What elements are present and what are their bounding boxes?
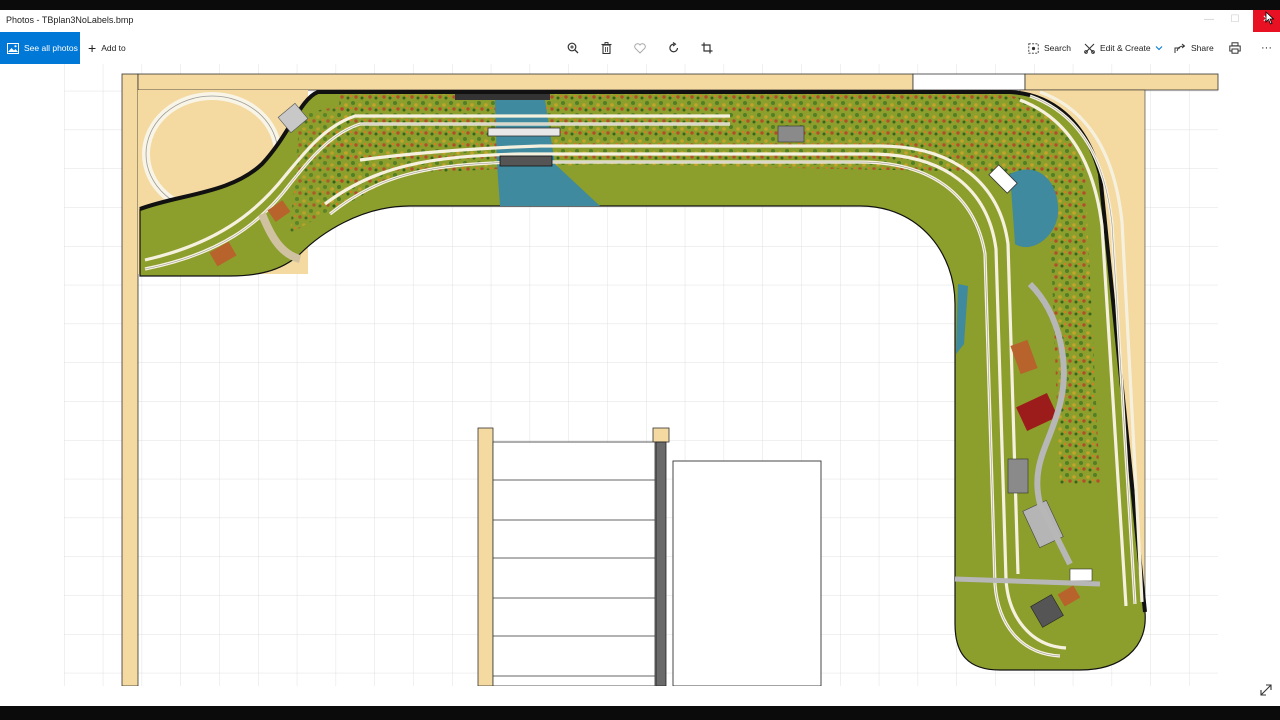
zoom-icon[interactable] (564, 39, 582, 57)
crop-icon[interactable] (698, 39, 716, 57)
more-button[interactable]: ··· (1261, 32, 1272, 64)
share-label: Share (1191, 43, 1214, 53)
edit-create-button[interactable]: Edit & Create (1084, 32, 1168, 64)
search-icon (1028, 42, 1039, 54)
minimize-button[interactable]: — (1196, 10, 1222, 32)
share-icon (1174, 43, 1186, 53)
see-all-photos-button[interactable]: See all photos (0, 32, 80, 64)
bottom-bar (0, 686, 1280, 706)
plus-icon: + (88, 40, 97, 56)
photos-icon (7, 42, 19, 54)
share-button[interactable]: Share (1174, 32, 1214, 64)
rotate-icon[interactable] (665, 39, 683, 57)
search-button[interactable]: Search (1028, 32, 1071, 64)
bottom-edge-strip (0, 706, 1280, 720)
title-bar: Photos - TBplan3NoLabels.bmp — ☐ ✕ (0, 10, 1280, 32)
image-viewer-canvas[interactable] (0, 64, 1280, 686)
edit-create-icon (1084, 43, 1095, 54)
add-to-label: Add to (101, 43, 126, 53)
print-icon[interactable] (1226, 39, 1244, 57)
edit-create-label: Edit & Create (1100, 43, 1151, 53)
maximize-button[interactable]: ☐ (1222, 10, 1248, 32)
chevron-down-icon (1155, 46, 1162, 51)
favorite-icon[interactable] (631, 39, 649, 57)
expand-icon[interactable] (1258, 682, 1274, 703)
add-to-button[interactable]: + Add to (88, 32, 126, 64)
top-edge-strip (0, 0, 1280, 10)
see-all-photos-label: See all photos (24, 43, 78, 53)
mouse-cursor-icon (1265, 11, 1275, 30)
search-label: Search (1044, 43, 1071, 53)
track-plan-image (64, 64, 1219, 686)
delete-icon[interactable] (597, 39, 615, 57)
photos-toolbar: See all photos + Add to Search Edit & Cr… (0, 32, 1280, 64)
window-title: Photos - TBplan3NoLabels.bmp (6, 15, 134, 25)
